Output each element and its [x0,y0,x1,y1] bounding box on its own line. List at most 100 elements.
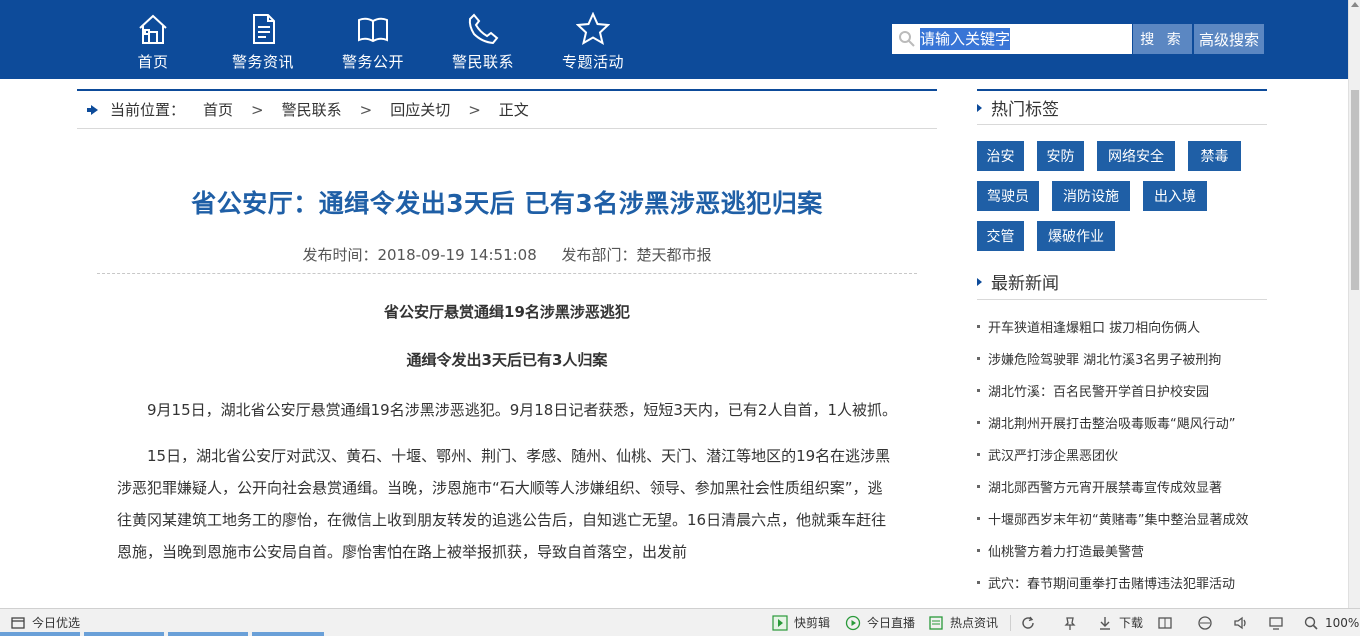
search-input[interactable]: 请输入关键字 [892,24,1132,54]
nav-police-public-label: 警务公开 [341,53,404,71]
news-item[interactable]: 武汉严打涉企黑恶团伙 [977,438,1267,470]
arrow-right-icon [87,104,98,115]
taskbar-tab[interactable] [252,632,324,636]
vertical-scrollbar[interactable] [1348,0,1360,608]
tag-item[interactable]: 驾驶员 [977,181,1039,211]
advanced-search-button[interactable]: 高级搜索 [1194,24,1264,54]
breadcrumb-separator: > [359,100,373,119]
bullet-icon [977,484,980,488]
nav-police-contact-label: 警民联系 [451,53,514,71]
speaker-icon [1234,616,1246,629]
tag-item[interactable]: 出入境 [1143,181,1207,211]
zoom-level: 100% [1325,615,1360,630]
refresh-button[interactable] [1020,609,1042,636]
breadcrumb-home[interactable]: 首页 [203,99,233,120]
tag-item[interactable]: 治安 [977,141,1024,171]
taskbar-tab[interactable] [0,632,80,636]
download-label: 下载 [1119,616,1144,630]
news-item[interactable]: 开车狭道相逢爆粗口 拔刀相向伤俩人 [977,310,1267,342]
latest-news-header: 最新新闻 [977,264,1267,300]
breadcrumb-separator: > [468,100,481,119]
news-item[interactable]: 湖北郧西警方元宵开展禁毒宣传成效显著 [977,470,1267,502]
news-item[interactable]: 湖北竹溪：百名民警开学首日护校安园 [977,374,1267,406]
publish-time: 发布时间：2018-09-19 14:51:08 [302,246,537,264]
tag-item[interactable]: 消防设施 [1052,181,1130,211]
news-item[interactable]: 湖北荆州开展打击整治吸毒贩毒“飓风行动” [977,406,1267,438]
phone-icon [468,13,499,45]
zoom-control[interactable]: 100% [1303,609,1359,636]
news-item[interactable]: 十堰郧西岁末年初“黄赌毒”集中整治显著成效 [977,502,1267,534]
article-paragraph: 15日，湖北省公安厅对武汉、黄石、十堰、鄂州、荆门、孝感、随州、仙桃、天门、潜江… [117,447,891,561]
publish-department: 发布部门：楚天都市报 [561,246,712,264]
news-item-title: 武汉严打涉企黑恶团伙 [988,448,1119,464]
article-title: 省公安厅：通缉令发出3天后 已有3名涉黑涉恶逃犯归案 [191,189,823,218]
pin-button[interactable] [1062,609,1084,636]
tag-item[interactable]: 爆破作业 [1037,221,1115,251]
nav-police-public[interactable]: 警务公开 [318,0,428,79]
search-icon [899,31,915,47]
latest-news-title: 最新新闻 [991,274,1059,294]
hot-tags-title: 热门标签 [991,100,1059,120]
search-bar: 请输入关键字 搜 索 高级搜索 [892,24,1264,54]
bullet-icon [977,548,980,552]
news-item[interactable]: 仙桃警方着力打造最美警营 [977,534,1267,566]
tag-item[interactable]: 禁毒 [1188,141,1241,171]
hot-news-label: 热点资讯 [950,616,999,630]
triangle-right-icon [977,103,982,112]
tag-item[interactable]: 网络安全 [1097,141,1175,171]
today-live[interactable]: 今日直播 [845,609,915,636]
speaker-button[interactable] [1233,609,1255,636]
ie-button[interactable] [1197,609,1219,636]
screen-icon [1269,616,1283,630]
hot-tags-header: 热门标签 [977,89,1267,125]
nav-home[interactable]: 首页 [98,0,208,79]
article-divider [97,273,917,274]
bullet-icon [977,388,980,392]
news-item[interactable]: 武穴：春节期间重拳打击赌博违法犯罪活动 [977,566,1267,598]
news-item[interactable]: 涉嫌危险驾驶罪 湖北竹溪3名男子被刑拘 [977,342,1267,374]
scrollbar-thumb[interactable] [1351,90,1359,290]
news-item-title: 开车狭道相逢爆粗口 拔刀相向伤俩人 [988,320,1201,336]
device-button[interactable] [1268,609,1290,636]
refresh-icon [1022,616,1034,629]
nav-special-events[interactable]: 专题活动 [538,0,648,79]
play-icon [845,615,861,630]
tag-item[interactable]: 交管 [977,221,1024,251]
scroll-up-icon[interactable] [1351,2,1359,7]
article-body: 9月15日，湖北省公安厅悬赏通缉19名涉黑涉恶逃犯。9月18日记者获悉，短短3天… [117,394,897,582]
breadcrumb-prefix: 当前位置： [110,101,186,119]
dock-button[interactable] [1157,609,1179,636]
article-meta: 发布时间：2018-09-19 14:51:08 发布部门：楚天都市报 [97,244,917,265]
bullet-icon [977,452,980,456]
news-icon [929,615,943,630]
home-icon [139,14,167,44]
document-icon [253,14,275,44]
bullet-icon [977,516,980,520]
nav-police-news-label: 警务资讯 [231,53,294,71]
magnifier-icon [1304,616,1318,630]
news-item-title: 湖北竹溪：百名民警开学首日护校安园 [988,384,1210,400]
download-button[interactable]: 下载 [1097,609,1143,636]
nav-police-contact[interactable]: 警民联系 [428,0,538,79]
breadcrumb-separator: > [251,100,264,119]
taskbar-tab[interactable] [84,632,164,636]
status-separator [1010,615,1011,631]
hot-news[interactable]: 热点资讯 [928,609,998,636]
bullet-icon [977,580,980,584]
browser-icon [1198,615,1212,630]
taskbar-tabs [0,632,330,636]
top-navigation-bar: 首页 警务资讯 警务公开 警民联系 专题活动 请输入关键字 搜 索 高级搜索 [0,0,1348,79]
news-item-title: 仙桃警方着力打造最美警营 [988,544,1145,560]
news-item-title: 武穴：春节期间重拳打击赌博违法犯罪活动 [988,576,1236,592]
quick-clip[interactable]: 快剪辑 [772,609,830,636]
nav-police-news[interactable]: 警务资讯 [208,0,318,79]
breadcrumb-current: 正文 [498,101,529,119]
tag-item[interactable]: 安防 [1037,141,1084,171]
search-button[interactable]: 搜 索 [1132,24,1192,54]
breadcrumb-police-contact[interactable]: 警民联系 [282,99,342,120]
breadcrumb-response[interactable]: 回应关切 [390,99,450,120]
bullet-icon [977,356,980,360]
download-icon [1100,616,1110,630]
book-icon [358,17,388,43]
taskbar-tab[interactable] [168,632,248,636]
